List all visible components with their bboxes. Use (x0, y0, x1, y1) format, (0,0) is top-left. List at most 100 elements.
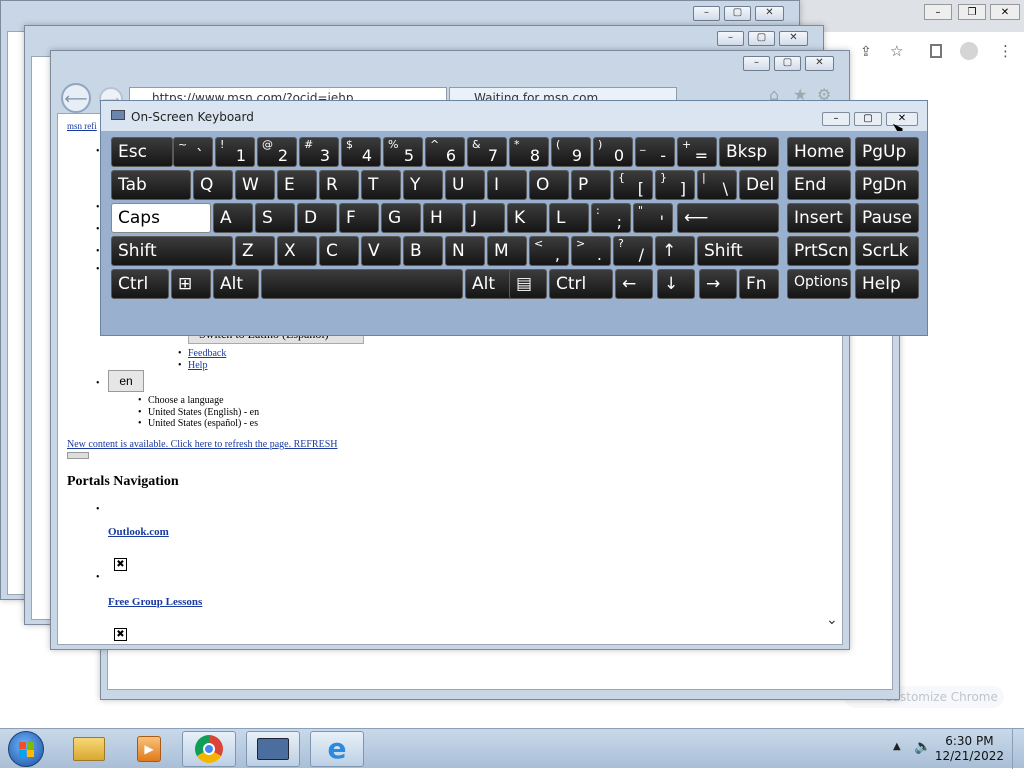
key-f[interactable]: F (339, 203, 379, 233)
key--[interactable]: + = (677, 137, 717, 167)
key-space[interactable] (261, 269, 463, 299)
key-e[interactable]: E (277, 170, 317, 200)
key-t[interactable]: T (361, 170, 401, 200)
key-a[interactable]: A (213, 203, 253, 233)
key-i[interactable]: I (487, 170, 527, 200)
key-scrlk[interactable]: ScrLk (855, 236, 919, 266)
key-y[interactable]: Y (403, 170, 443, 200)
profile-avatar-icon[interactable] (960, 42, 978, 60)
key--[interactable]: ↑ (655, 236, 695, 266)
show-hidden-icons-icon[interactable]: ▲ (893, 741, 901, 752)
key-k[interactable]: K (507, 203, 547, 233)
key-n[interactable]: N (445, 236, 485, 266)
osk-maximize-button[interactable]: ▢ (854, 112, 882, 126)
key-p[interactable]: P (571, 170, 611, 200)
free-group-lessons-link[interactable]: Free Group Lessons (108, 596, 202, 608)
key--[interactable]: ← (615, 269, 653, 299)
show-desktop-button[interactable] (1012, 729, 1024, 769)
key--[interactable]: _ - (635, 137, 675, 167)
key-h[interactable]: H (423, 203, 463, 233)
maximize-button[interactable]: ▢ (774, 56, 801, 71)
key--6[interactable]: ^ 6 (425, 137, 465, 167)
key-insert[interactable]: Insert (787, 203, 851, 233)
side-panel-icon[interactable] (930, 44, 942, 58)
clock[interactable]: 6:30 PM 12/21/2022 (935, 734, 1004, 764)
minimize-button[interactable]: – (717, 31, 744, 46)
small-button[interactable] (67, 452, 89, 459)
key-alt[interactable]: Alt (213, 269, 259, 299)
key-del[interactable]: Del (739, 170, 779, 200)
start-button[interactable] (8, 731, 44, 767)
key-caps[interactable]: Caps (111, 203, 211, 233)
key--7[interactable]: & 7 (467, 137, 507, 167)
key-ctrl[interactable]: Ctrl (549, 269, 613, 299)
share-icon[interactable]: ⇪ (860, 44, 872, 60)
key--[interactable]: → (699, 269, 737, 299)
key--[interactable]: ⊞ (171, 269, 211, 299)
key-r[interactable]: R (319, 170, 359, 200)
maximize-button[interactable]: ▢ (724, 6, 751, 21)
key-help[interactable]: Help (855, 269, 919, 299)
key--[interactable]: ▤ (509, 269, 547, 299)
key-z[interactable]: Z (235, 236, 275, 266)
key--[interactable]: ? / (613, 236, 653, 266)
language-select-button[interactable]: en (108, 370, 144, 392)
key-l[interactable]: L (549, 203, 589, 233)
volume-icon[interactable]: 🔈 (914, 739, 931, 755)
key-d[interactable]: D (297, 203, 337, 233)
key-v[interactable]: V (361, 236, 401, 266)
bookmark-star-icon[interactable]: ☆ (890, 42, 903, 60)
chrome-menu-icon[interactable]: ⋮ (998, 42, 1013, 60)
taskbar-ie-button[interactable]: e (310, 731, 364, 767)
taskbar-media-player-button[interactable]: ▶ (122, 731, 176, 767)
close-button[interactable]: ✕ (755, 6, 784, 21)
key-q[interactable]: Q (193, 170, 233, 200)
key--[interactable]: {[ (613, 170, 653, 200)
key--5[interactable]: % 5 (383, 137, 423, 167)
chrome-close-button[interactable]: ✕ (990, 4, 1020, 20)
key-s[interactable]: S (255, 203, 295, 233)
key--2[interactable]: @2 (257, 137, 297, 167)
taskbar-explorer-button[interactable] (62, 731, 116, 767)
key-tab[interactable]: Tab (111, 170, 191, 200)
key-pgdn[interactable]: PgDn (855, 170, 919, 200)
key-fn[interactable]: Fn (739, 269, 779, 299)
key-j[interactable]: J (465, 203, 505, 233)
key-home[interactable]: Home (787, 137, 851, 167)
key-prtscn[interactable]: PrtScn (787, 236, 851, 266)
key-end[interactable]: End (787, 170, 851, 200)
key-pgup[interactable]: PgUp (855, 137, 919, 167)
key--[interactable]: }] (655, 170, 695, 200)
key-shift[interactable]: Shift (111, 236, 233, 266)
key--[interactable]: >. (571, 236, 611, 266)
key-bksp[interactable]: Bksp (719, 137, 779, 167)
key--1[interactable]: ! 1 (215, 137, 255, 167)
msn-refresh-link[interactable]: msn refi (67, 121, 97, 131)
key--8[interactable]: * 8 (509, 137, 549, 167)
key--[interactable]: <, (529, 236, 569, 266)
close-button[interactable]: ✕ (805, 56, 834, 71)
close-button[interactable]: ✕ (779, 31, 808, 46)
key-c[interactable]: C (319, 236, 359, 266)
key-options[interactable]: Options (787, 269, 851, 299)
key--[interactable]: ↓ (657, 269, 695, 299)
key-shift[interactable]: Shift (697, 236, 779, 266)
key--[interactable]: ~ ` (173, 137, 213, 167)
key--[interactable]: :; (591, 203, 631, 233)
refresh-notice-link[interactable]: New content is available. Click here to … (67, 439, 337, 450)
key--4[interactable]: $4 (341, 137, 381, 167)
key-esc[interactable]: Esc (111, 137, 173, 167)
key--[interactable]: | \ (697, 170, 737, 200)
chrome-minimize-button[interactable]: – (924, 4, 952, 20)
taskbar-chrome-button[interactable] (182, 731, 236, 767)
minimize-button[interactable]: – (693, 6, 720, 21)
taskbar-osk-button[interactable] (246, 731, 300, 767)
key-b[interactable]: B (403, 236, 443, 266)
feedback-link[interactable]: Feedback (188, 348, 226, 359)
key-ctrl[interactable]: Ctrl (111, 269, 169, 299)
osk-minimize-button[interactable]: – (822, 112, 850, 126)
back-button[interactable]: ⟵ (61, 83, 91, 113)
minimize-button[interactable]: – (743, 56, 770, 71)
key--9[interactable]: (9 (551, 137, 591, 167)
key--0[interactable]: ) 0 (593, 137, 633, 167)
